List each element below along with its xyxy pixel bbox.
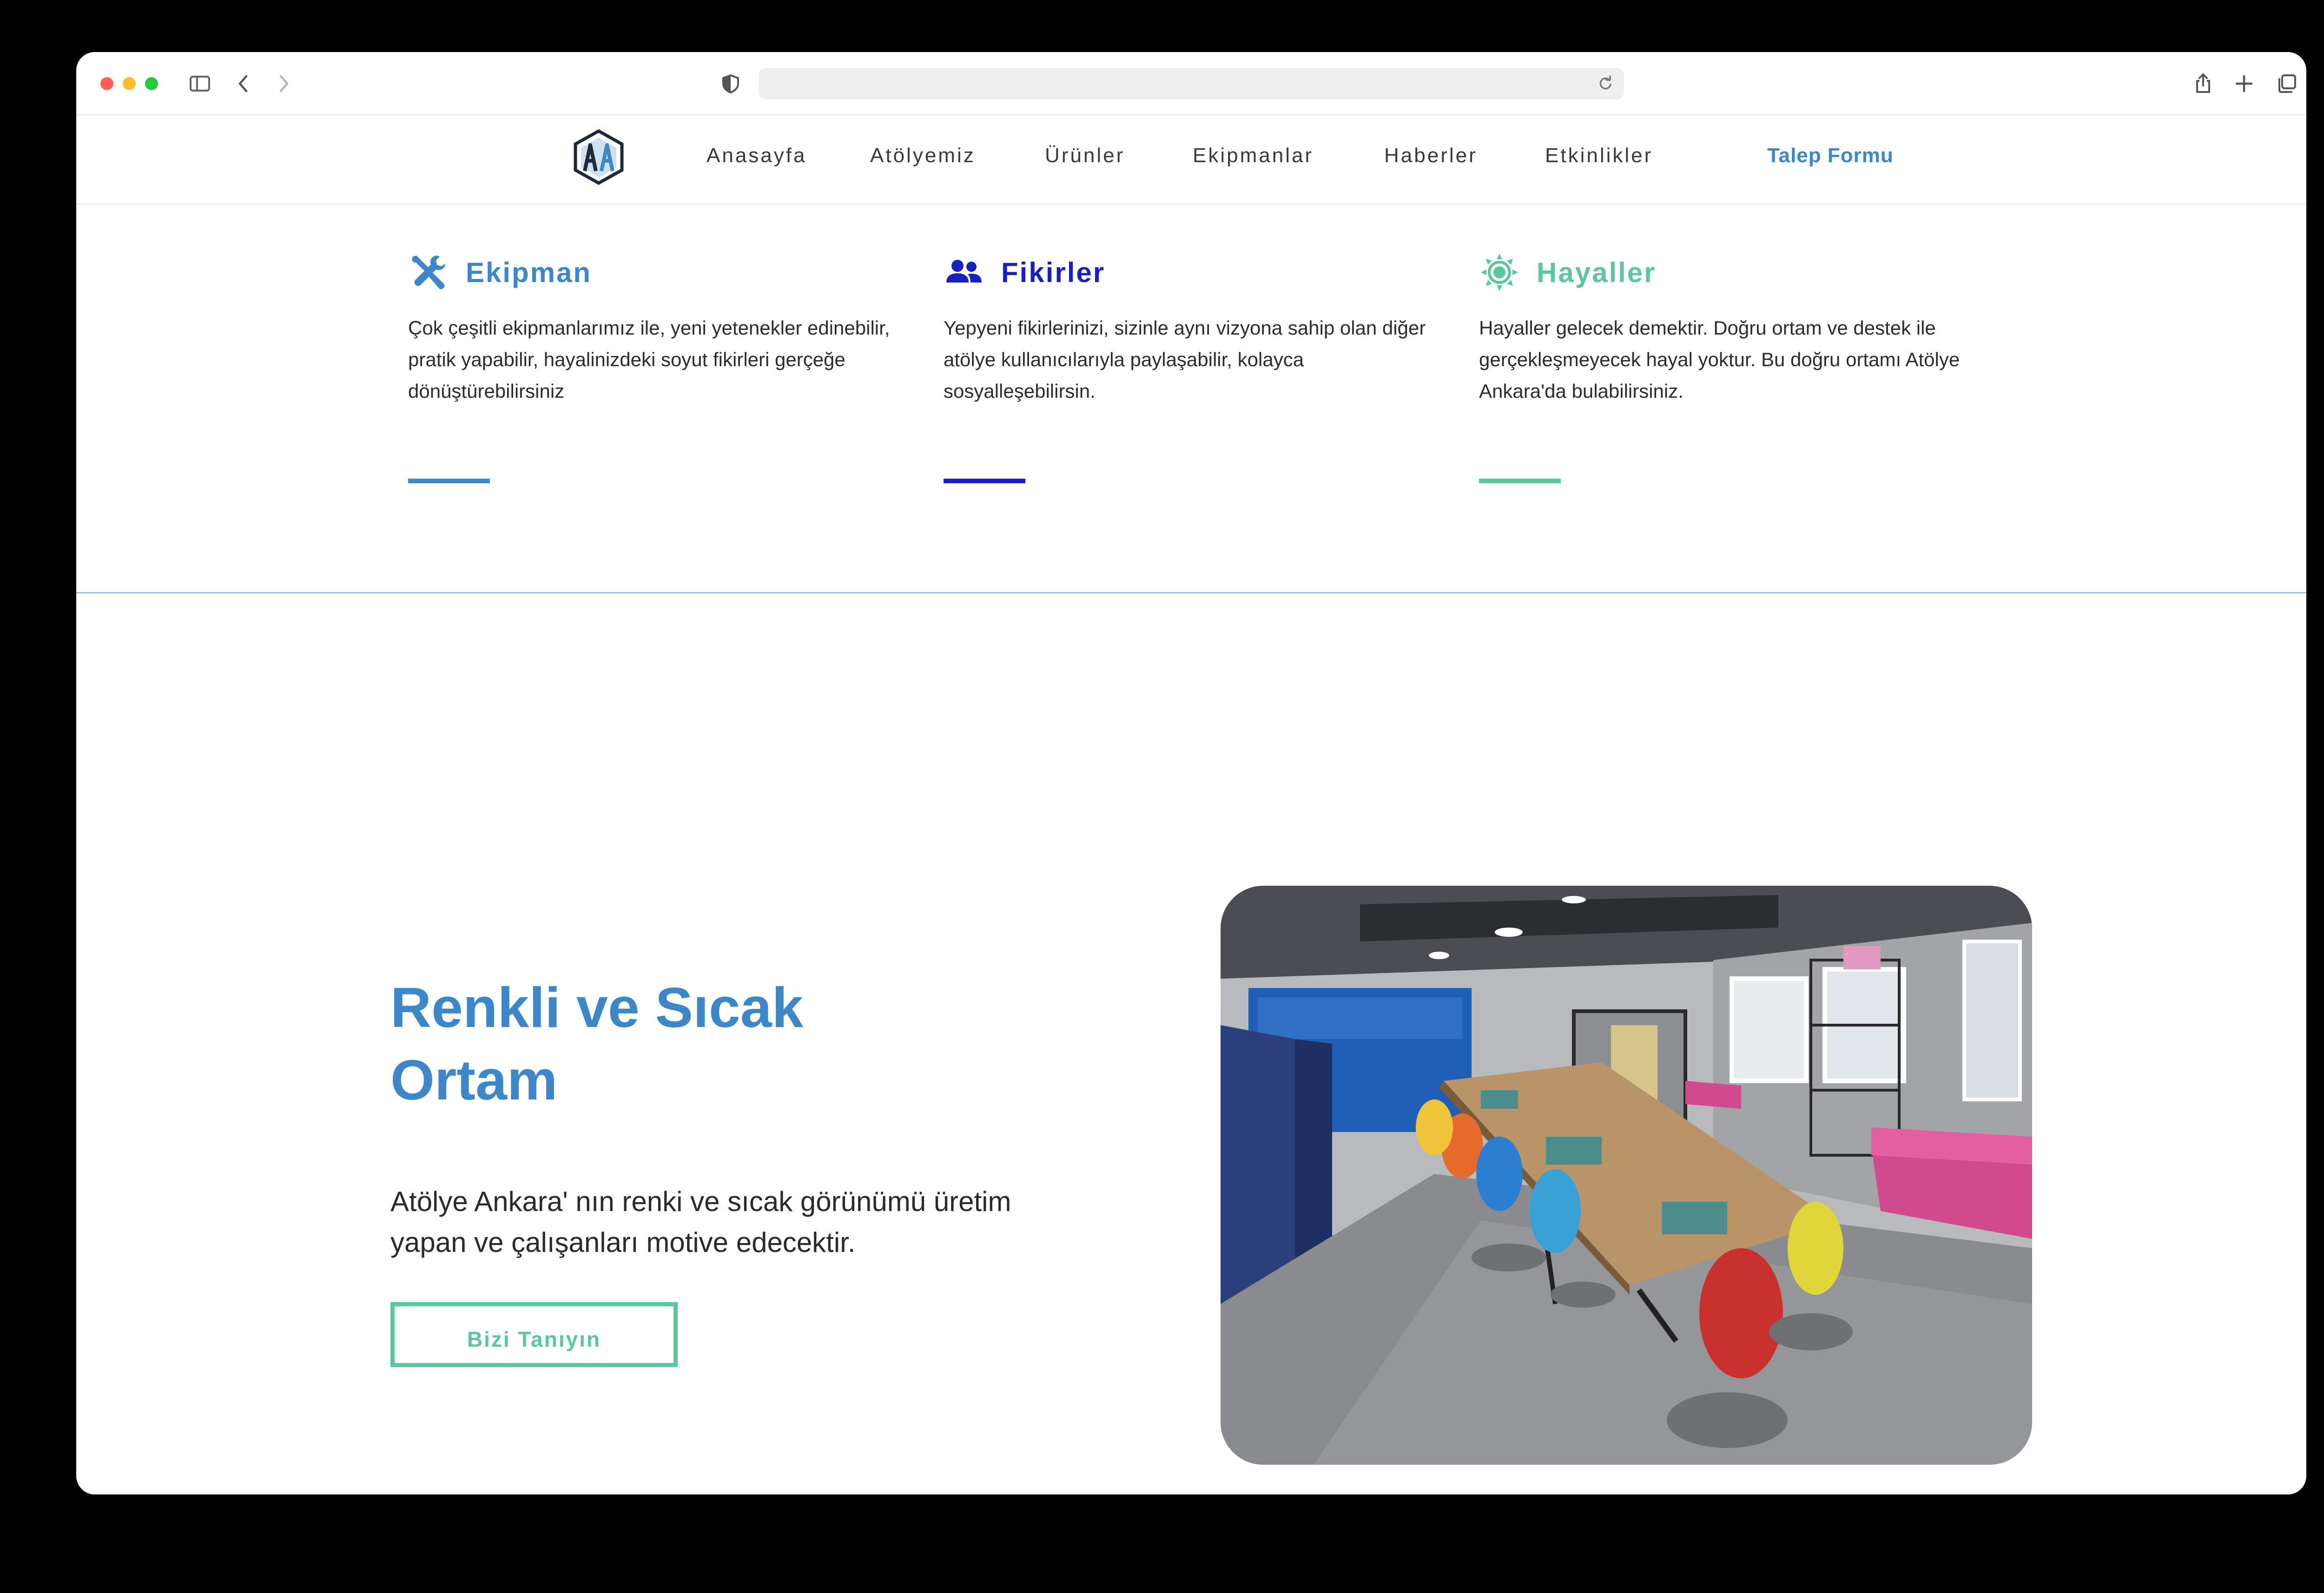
nav-item-atolyemiz[interactable]: Atölyemiz	[870, 144, 976, 167]
nav-item-urunler[interactable]: Ürünler	[1045, 144, 1125, 167]
feature-title: Hayaller	[1537, 257, 1657, 288]
feature-header: Ekipman	[408, 252, 901, 294]
feature-description: Hayaller gelecek demektir. Doğru ortam v…	[1479, 317, 1960, 402]
share-icon[interactable]	[2190, 71, 2216, 97]
feature-header: Fikirler	[944, 252, 1436, 294]
nav-item-etkinlikler[interactable]: Etkinlikler	[1545, 144, 1653, 167]
hero-description: Atölye Ankara' nın renki ve sıcak görünü…	[390, 1186, 1011, 1258]
reload-icon[interactable]	[1595, 73, 1616, 94]
users-icon	[944, 252, 984, 293]
feature-accent-bar	[408, 479, 490, 483]
hero-title-line: Ortam	[390, 1048, 558, 1112]
feature-title: Ekipman	[466, 257, 592, 288]
section-divider	[76, 592, 2306, 593]
feature-description: Yepyeni fikirlerinizi, sizinle aynı vizy…	[944, 317, 1426, 402]
browser-window: Anasayfa Atölyemiz Ürünler Ekipmanlar Ha…	[76, 52, 2306, 1494]
close-window-button[interactable]	[100, 77, 113, 90]
tabs-overview-icon[interactable]	[2274, 71, 2300, 97]
feature-description: Çok çeşitli ekipmanlarımız ile, yeni yet…	[408, 317, 890, 402]
feature-accent-bar	[1479, 479, 1561, 483]
feature-title: Fikirler	[1001, 257, 1106, 288]
sidebar-icon[interactable]	[187, 71, 213, 97]
bizi-taniyin-button[interactable]: Bizi Tanıyın	[390, 1302, 678, 1367]
shield-icon	[718, 71, 744, 97]
hero-title: Renkli ve Sıcak Ortam	[390, 971, 948, 1116]
tools-icon	[408, 252, 449, 293]
new-tab-icon[interactable]	[2231, 71, 2257, 97]
nav-item-haberler[interactable]: Haberler	[1384, 144, 1478, 167]
zoom-window-button[interactable]	[145, 77, 158, 90]
nav-talep-formu-link[interactable]: Talep Formu	[1767, 144, 1894, 167]
button-label: Bizi Tanıyın	[467, 1327, 601, 1351]
minimize-window-button[interactable]	[123, 77, 136, 90]
back-icon[interactable]	[231, 71, 257, 97]
hero-title-line: Renkli ve Sıcak	[390, 976, 804, 1039]
atolye-ankara-logo[interactable]	[570, 128, 627, 186]
forward-icon[interactable]	[271, 71, 297, 97]
feature-header: Hayaller	[1479, 252, 1972, 294]
site-navbar: Anasayfa Atölyemiz Ürünler Ekipmanlar Ha…	[76, 115, 2306, 205]
feature-accent-bar	[944, 479, 1025, 483]
sun-icon	[1479, 252, 1520, 293]
workshop-interior-photo	[1221, 886, 2032, 1465]
nav-item-anasayfa[interactable]: Anasayfa	[706, 144, 806, 167]
browser-toolbar	[76, 52, 2306, 115]
nav-item-ekipmanlar[interactable]: Ekipmanlar	[1193, 144, 1314, 167]
address-bar[interactable]	[759, 68, 1624, 99]
